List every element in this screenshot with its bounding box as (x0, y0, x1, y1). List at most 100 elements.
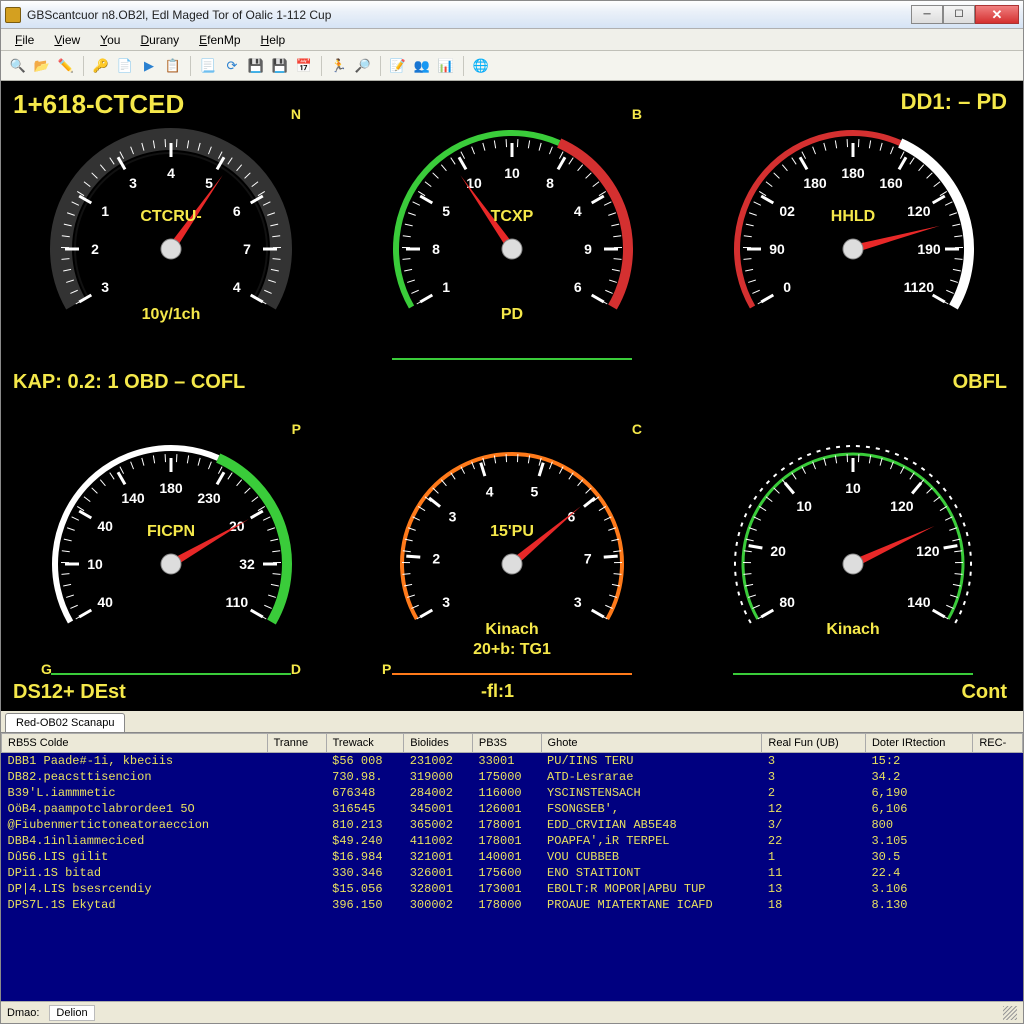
table-cell: 22 (762, 833, 866, 849)
svg-text:G: G (41, 661, 52, 677)
table-cell: 730.98. (326, 769, 404, 785)
table-row[interactable]: DBB1 Paade#-1i, kbeciis$56 0082310023300… (2, 753, 1023, 770)
table-row[interactable]: Dû56.LIS gilit$16.984321001140001VOU CUB… (2, 849, 1023, 865)
table-cell (267, 817, 326, 833)
svg-text:4: 4 (486, 483, 494, 499)
table-cell: 330.346 (326, 865, 404, 881)
svg-text:Kinach: Kinach (485, 621, 538, 638)
table-cell: 365002 (404, 817, 473, 833)
col-header[interactable]: Real Fun (UB) (762, 734, 866, 753)
table-row[interactable]: DP|4.LIS bsesrcendiy$15.056328001173001E… (2, 881, 1023, 897)
svg-text:1120: 1120 (903, 279, 934, 295)
table-cell: DBB4.1inliammeciced (2, 833, 268, 849)
table-cell (267, 897, 326, 913)
table-row[interactable]: B39'L.iammmetic676348284002116000YSCINST… (2, 785, 1023, 801)
col-header[interactable]: Trewack (326, 734, 404, 753)
calendar-icon[interactable]: 📅 (293, 55, 315, 77)
table-cell: 34.2 (865, 769, 972, 785)
svg-text:3: 3 (574, 594, 582, 610)
tab-scan[interactable]: Red-OB02 Scanapu (5, 713, 125, 732)
close-button[interactable]: ✕ (975, 5, 1019, 24)
col-header[interactable]: Doter IRtection (865, 734, 972, 753)
run-icon[interactable]: 🏃 (328, 55, 350, 77)
status-value: Delion (49, 1005, 94, 1021)
table-cell (973, 753, 1023, 770)
svg-text:6: 6 (233, 203, 241, 219)
table-row[interactable]: DPi1.1S bitad330.346326001175600ENO STAI… (2, 865, 1023, 881)
resize-grip-icon[interactable] (1003, 1006, 1017, 1020)
save-icon[interactable]: 📋 (162, 55, 184, 77)
data-table: RB5S ColdeTranneTrewackBiolidesPB3SGhote… (1, 733, 1023, 913)
svg-text:90: 90 (769, 241, 785, 257)
table-cell (973, 849, 1023, 865)
menu-durany[interactable]: Durany (130, 31, 189, 49)
minimize-button[interactable]: ─ (911, 5, 943, 24)
table-row[interactable]: DPS7L.1S Ekytad396.150300002178000PROAUE… (2, 897, 1023, 913)
table-cell: PU/IINS TERU (541, 753, 762, 770)
svg-text:4: 4 (167, 165, 175, 181)
svg-text:140: 140 (122, 490, 146, 506)
svg-text:HHLD: HHLD (830, 208, 874, 225)
menu-you[interactable]: You (90, 31, 130, 49)
svg-text:180: 180 (803, 175, 827, 191)
toolbar-separator (83, 56, 84, 76)
svg-text:B: B (632, 106, 642, 122)
table-cell: 810.213 (326, 817, 404, 833)
svg-text:10: 10 (845, 480, 861, 496)
table-body: DBB1 Paade#-1i, kbeciis$56 0082310023300… (2, 753, 1023, 914)
svg-text:4: 4 (233, 279, 241, 295)
svg-text:40: 40 (98, 594, 114, 610)
table-cell: 328001 (404, 881, 473, 897)
table-cell: FSONGSEB', (541, 801, 762, 817)
col-header[interactable]: REC- (973, 734, 1023, 753)
table-cell: EDD_CRVIIAN AB5E48 (541, 817, 762, 833)
table-header-row: RB5S ColdeTranneTrewackBiolidesPB3SGhote… (2, 734, 1023, 753)
refresh-icon[interactable]: ⟳ (221, 55, 243, 77)
col-header[interactable]: Ghote (541, 734, 762, 753)
menu-view[interactable]: View (44, 31, 90, 49)
table-cell: 6,106 (865, 801, 972, 817)
globe-icon[interactable]: 🌐 (470, 55, 492, 77)
table-row[interactable]: DB82.peacsttisencion730.98.319000175000A… (2, 769, 1023, 785)
users-icon[interactable]: 👥 (411, 55, 433, 77)
disk-icon[interactable]: 💾 (245, 55, 267, 77)
page-icon[interactable]: 📃 (197, 55, 219, 77)
svg-text:20: 20 (770, 542, 786, 558)
disk2-icon[interactable]: 💾 (269, 55, 291, 77)
key-icon[interactable]: 🔑 (90, 55, 112, 77)
folder-open-icon[interactable]: 📂 (31, 55, 53, 77)
table-cell: 3 (762, 769, 866, 785)
menu-help[interactable]: Help (251, 31, 296, 49)
window-controls: ─ ☐ ✕ (911, 5, 1019, 24)
col-header[interactable]: Tranne (267, 734, 326, 753)
table-row[interactable]: @Fiubenmertictoneatoraeccion810.21336500… (2, 817, 1023, 833)
table-cell: OöB4.paampotclabrordee1 5O (2, 801, 268, 817)
table-cell: 11 (762, 865, 866, 881)
wand-icon[interactable]: ✏️ (55, 55, 77, 77)
menu-file[interactable]: File (5, 31, 44, 49)
toolbar-separator (380, 56, 381, 76)
copy-icon[interactable]: 📄 (114, 55, 136, 77)
doc-icon[interactable]: 📝 (387, 55, 409, 77)
table-row[interactable]: OöB4.paampotclabrordee1 5O31654534500112… (2, 801, 1023, 817)
chart-icon[interactable]: 📊 (435, 55, 457, 77)
table-cell: 13 (762, 881, 866, 897)
gauge-3: 090021801801601201901120HHLD (682, 81, 1023, 396)
table-cell: $56 008 (326, 753, 404, 770)
menu-efenmp[interactable]: EfenMp (189, 31, 250, 49)
col-header[interactable]: Biolides (404, 734, 473, 753)
maximize-button[interactable]: ☐ (943, 5, 975, 24)
svg-text:3: 3 (449, 508, 457, 524)
svg-text:2: 2 (91, 241, 99, 257)
play-icon[interactable]: ▶ (138, 55, 160, 77)
svg-text:02: 02 (779, 203, 795, 219)
search-icon[interactable]: 🔍 (7, 55, 29, 77)
col-header[interactable]: RB5S Colde (2, 734, 268, 753)
zoom-icon[interactable]: 🔎 (352, 55, 374, 77)
table-cell: 116000 (472, 785, 541, 801)
table-cell: 319000 (404, 769, 473, 785)
app-icon (5, 7, 21, 23)
col-header[interactable]: PB3S (472, 734, 541, 753)
table-row[interactable]: DBB4.1inliammeciced$49.240411002178001PO… (2, 833, 1023, 849)
table-cell: 3 (762, 753, 866, 770)
